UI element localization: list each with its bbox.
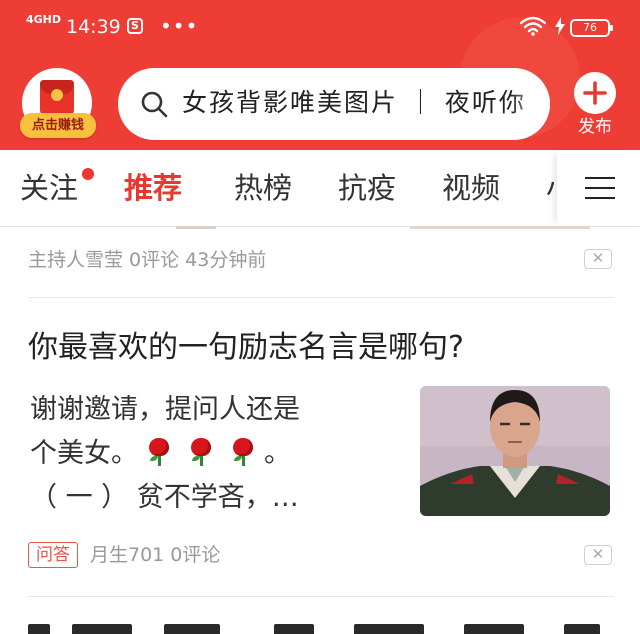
tab-follow[interactable]: 关注	[20, 170, 78, 206]
snippet-line: （ 一 ） 贫不学吝，…	[30, 482, 299, 513]
earn-money-label: 点击赚钱	[20, 113, 96, 138]
previous-item-meta: 主持人雪莹 0评论 43分钟前	[28, 249, 267, 271]
earn-money-button[interactable]: 点击赚钱	[20, 68, 96, 140]
rose-icon	[146, 434, 172, 468]
status-bar: 4GHD 14:39 S ••• 76	[0, 0, 640, 54]
app-notification-icon: S	[127, 18, 143, 34]
snippet-line-with-emoji: 个美女。 。	[30, 432, 390, 476]
search-icon	[141, 91, 168, 118]
feed-divider	[28, 297, 614, 298]
network-indicator: 4GHD	[26, 13, 62, 26]
red-envelope-icon	[40, 80, 74, 116]
status-time: 14:39	[66, 16, 121, 38]
rose-icon	[188, 434, 214, 468]
tab-hot-list[interactable]: 热榜	[234, 170, 292, 206]
wifi-icon	[520, 16, 546, 36]
search-bar[interactable]: 女孩背影唯美图片 ｜ 夜听你	[118, 68, 550, 140]
article-thumbnail[interactable]	[420, 386, 610, 516]
tab-anti-epidemic[interactable]: 抗疫	[338, 170, 396, 206]
feed-divider	[28, 596, 614, 597]
charging-icon	[555, 17, 565, 35]
dismiss-button[interactable]: ✕	[584, 249, 612, 269]
publish-button[interactable]: 发布	[572, 72, 618, 142]
next-item-title-peek[interactable]	[24, 624, 624, 634]
rose-icon	[230, 434, 256, 468]
snippet-text: 。	[264, 438, 291, 469]
top-header: 4GHD 14:39 S ••• 76 点击赚钱 女孩背影唯美图片 ｜ 夜听你	[0, 0, 640, 150]
search-hint-text: 女孩背影唯美图片 ｜ 夜听你	[182, 88, 526, 117]
publish-label: 发布	[578, 117, 612, 137]
more-notifications-icon: •••	[160, 14, 199, 38]
channel-tabs: 关注 推荐 热榜 抗疫 视频 小	[0, 150, 640, 227]
previous-item-image-edge	[0, 226, 640, 234]
unread-dot	[82, 168, 94, 180]
article-meta-text: 月生701 0评论	[90, 544, 221, 566]
article-title[interactable]: 你最喜欢的一句励志名言是哪句?	[28, 326, 464, 370]
dismiss-button[interactable]: ✕	[584, 545, 612, 565]
plus-icon	[574, 72, 616, 114]
article-snippet[interactable]: 谢谢邀请，提问人还是 个美女。 。 （ 一 ） 贫不学吝，…	[30, 388, 390, 520]
tab-partial[interactable]: 小	[546, 172, 554, 206]
snippet-line: 谢谢邀请，提问人还是	[30, 394, 300, 425]
tab-video[interactable]: 视频	[442, 170, 500, 206]
menu-icon[interactable]	[585, 175, 615, 201]
search-fade	[510, 68, 550, 140]
tab-recommend[interactable]: 推荐	[124, 170, 182, 206]
qa-tag-badge: 问答	[28, 542, 78, 568]
channel-menu-area	[557, 150, 640, 226]
snippet-text: 个美女。	[30, 438, 138, 469]
battery-icon: 76	[570, 19, 613, 37]
